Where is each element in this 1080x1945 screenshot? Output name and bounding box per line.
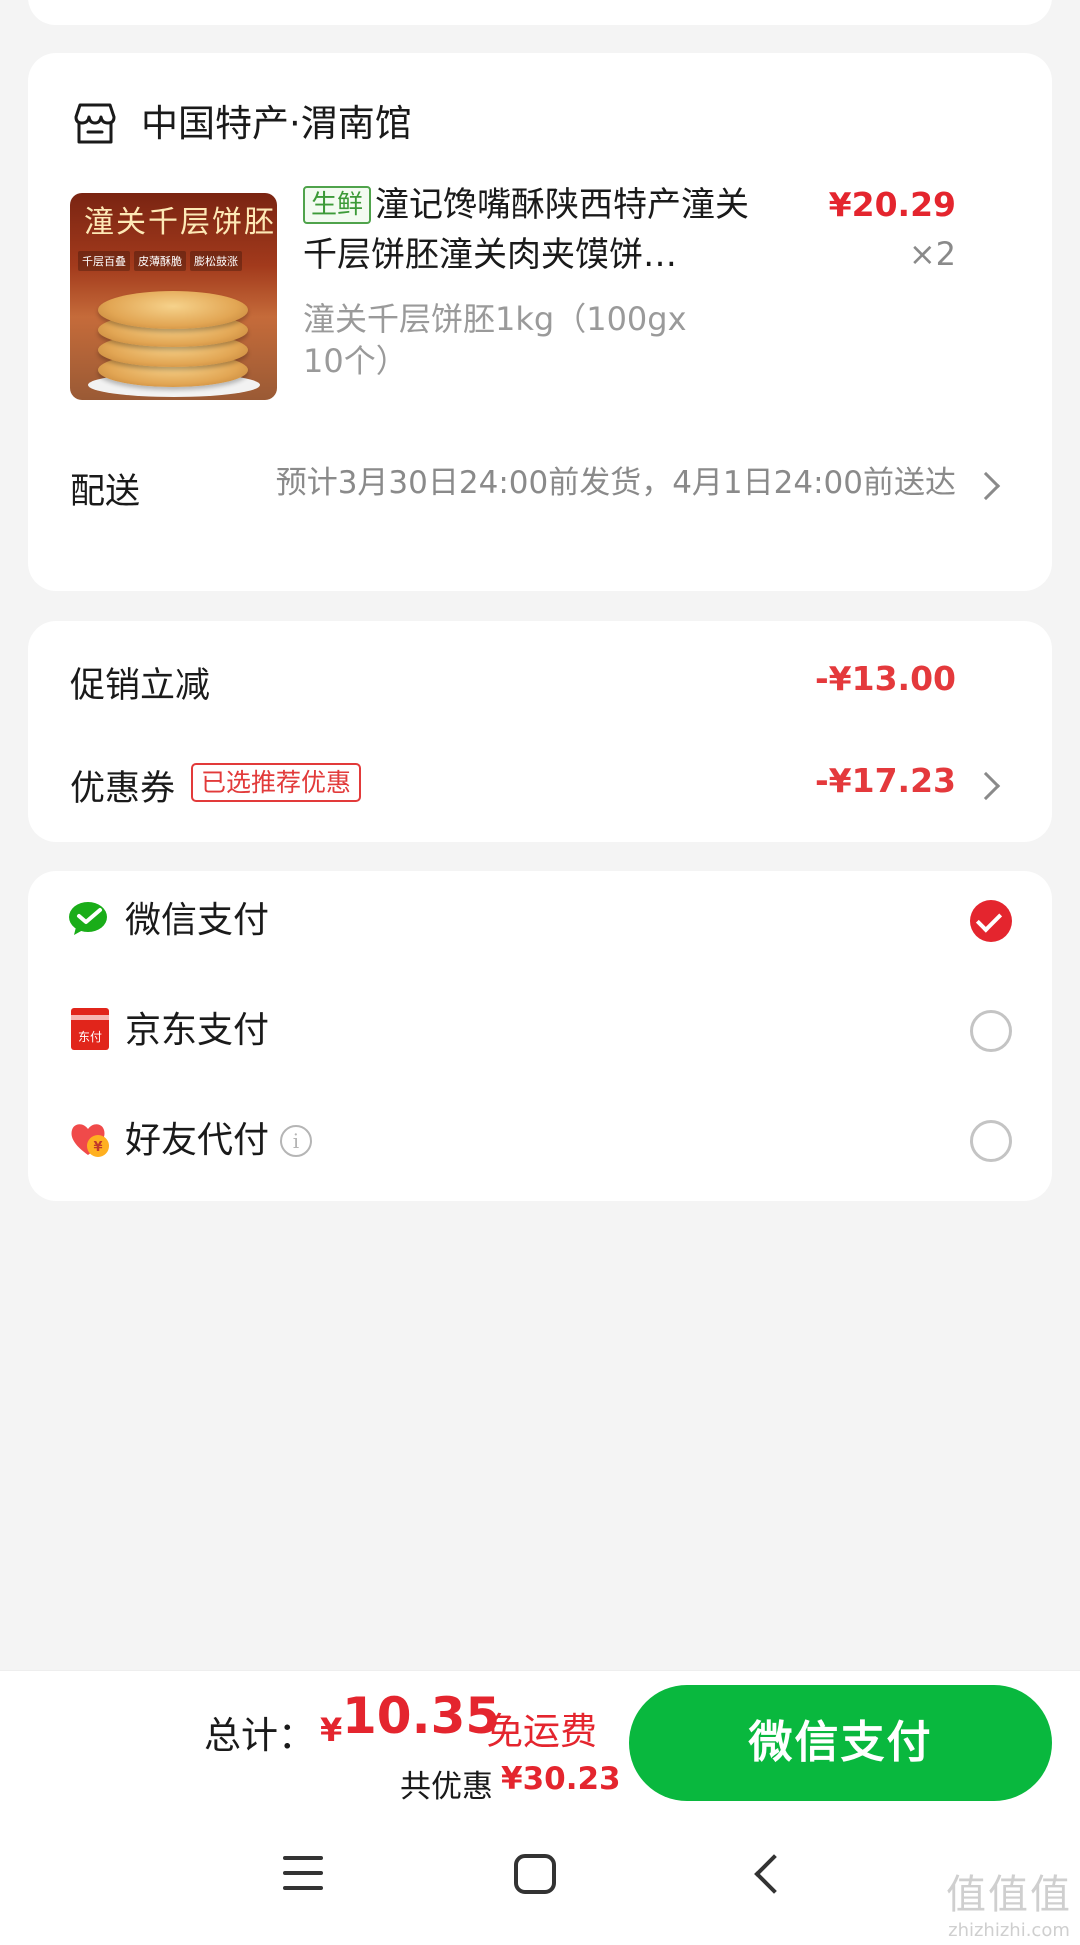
- radio-unselected[interactable]: [970, 1120, 1012, 1162]
- saved-label: 共优惠: [400, 1769, 493, 1805]
- free-shipping: 免运费: [486, 1710, 597, 1753]
- product-price: ¥20.29: [828, 185, 956, 224]
- product-image-tag: 皮薄酥脆: [134, 251, 186, 271]
- svg-text:东付: 东付: [78, 1030, 102, 1044]
- store-order-card: 中国特产·渭南馆 潼关千层饼胚 千层百叠 皮薄酥脆 膨松鼓涨 潼记馋嘴酥陕西特产…: [28, 53, 1052, 591]
- back-icon[interactable]: [754, 1854, 794, 1894]
- saved-value[interactable]: ¥30.23: [501, 1761, 621, 1797]
- product-image[interactable]: 潼关千层饼胚 千层百叠 皮薄酥脆 膨松鼓涨: [70, 193, 277, 400]
- promo-value: -¥13.00: [814, 659, 956, 698]
- payment-method-card: 微信支付 东付 京东支付 ¥ 好友代付 i: [28, 871, 1052, 1201]
- total-amount: 10.35: [342, 1687, 501, 1745]
- chevron-right-icon[interactable]: [971, 471, 1001, 501]
- coupon-badge: 已选推荐优惠: [191, 763, 362, 802]
- svg-text:¥: ¥: [93, 1140, 102, 1155]
- radio-selected[interactable]: [970, 900, 1012, 942]
- jd-pay-icon: 东付: [71, 1008, 109, 1050]
- payment-option-wechat[interactable]: 微信支付: [28, 871, 1052, 971]
- fresh-badge: 生鲜: [303, 186, 372, 224]
- discount-card: 促销立减 -¥13.00 优惠券 已选推荐优惠 -¥17.23: [28, 621, 1052, 842]
- watermark-site: zhizhizhi.com: [948, 1920, 1070, 1941]
- payment-option-friend[interactable]: ¥ 好友代付 i: [28, 1091, 1052, 1191]
- total-currency: ¥: [320, 1711, 343, 1749]
- product-image-tags: 千层百叠 皮薄酥脆 膨松鼓涨: [78, 251, 269, 271]
- pancake-graphic: [98, 291, 248, 329]
- delivery-label: 配送: [70, 472, 141, 512]
- previous-card: [28, 0, 1052, 25]
- product-quantity: ×2: [908, 235, 956, 273]
- watermark-logo: 值值值: [946, 1872, 1072, 1918]
- store-icon: [74, 103, 116, 144]
- checkout-bar: 总计： ¥ 10.35 免运费 共优惠 ¥30.23 微信支付: [0, 1670, 1080, 1810]
- coupon-label[interactable]: 优惠券: [70, 760, 175, 811]
- payment-option-jd[interactable]: 东付 京东支付: [28, 981, 1052, 1081]
- promo-label: 促销立减: [70, 666, 211, 706]
- delivery-info[interactable]: 预计3月30日24:00前发货，4月1日24:00前送达: [266, 461, 956, 506]
- pay-button[interactable]: 微信支付: [629, 1685, 1052, 1801]
- system-nav-bar: 值值值 zhizhizhi.com: [0, 1810, 1080, 1945]
- watermark: 值值值 zhizhizhi.com: [946, 1862, 1072, 1941]
- chevron-right-icon[interactable]: [971, 771, 1001, 801]
- menu-icon[interactable]: [283, 1856, 323, 1892]
- home-icon[interactable]: [514, 1854, 556, 1894]
- coupon-value[interactable]: -¥17.23: [815, 761, 956, 800]
- payment-label: 好友代付: [125, 1120, 270, 1161]
- radio-unselected[interactable]: [970, 1010, 1012, 1052]
- total-label: 总计：: [204, 1714, 315, 1757]
- payment-label: 京东支付: [125, 1010, 270, 1051]
- info-icon[interactable]: i: [280, 1125, 312, 1157]
- product-image-tag: 千层百叠: [78, 251, 130, 271]
- payment-label: 微信支付: [125, 900, 270, 941]
- product-title-wrap[interactable]: 潼记馋嘴酥陕西特产潼关千层饼胚潼关肉夹馍饼…: [303, 180, 758, 280]
- product-image-tag: 膨松鼓涨: [190, 251, 242, 271]
- product-image-title: 潼关千层饼胚: [84, 205, 276, 240]
- product-spec: 潼关千层饼胚1kg（100gx 10个）: [303, 300, 687, 380]
- store-name[interactable]: 中国特产·渭南馆: [141, 97, 412, 151]
- wechat-pay-icon: [69, 902, 107, 935]
- friend-pay-icon: ¥: [71, 1124, 109, 1157]
